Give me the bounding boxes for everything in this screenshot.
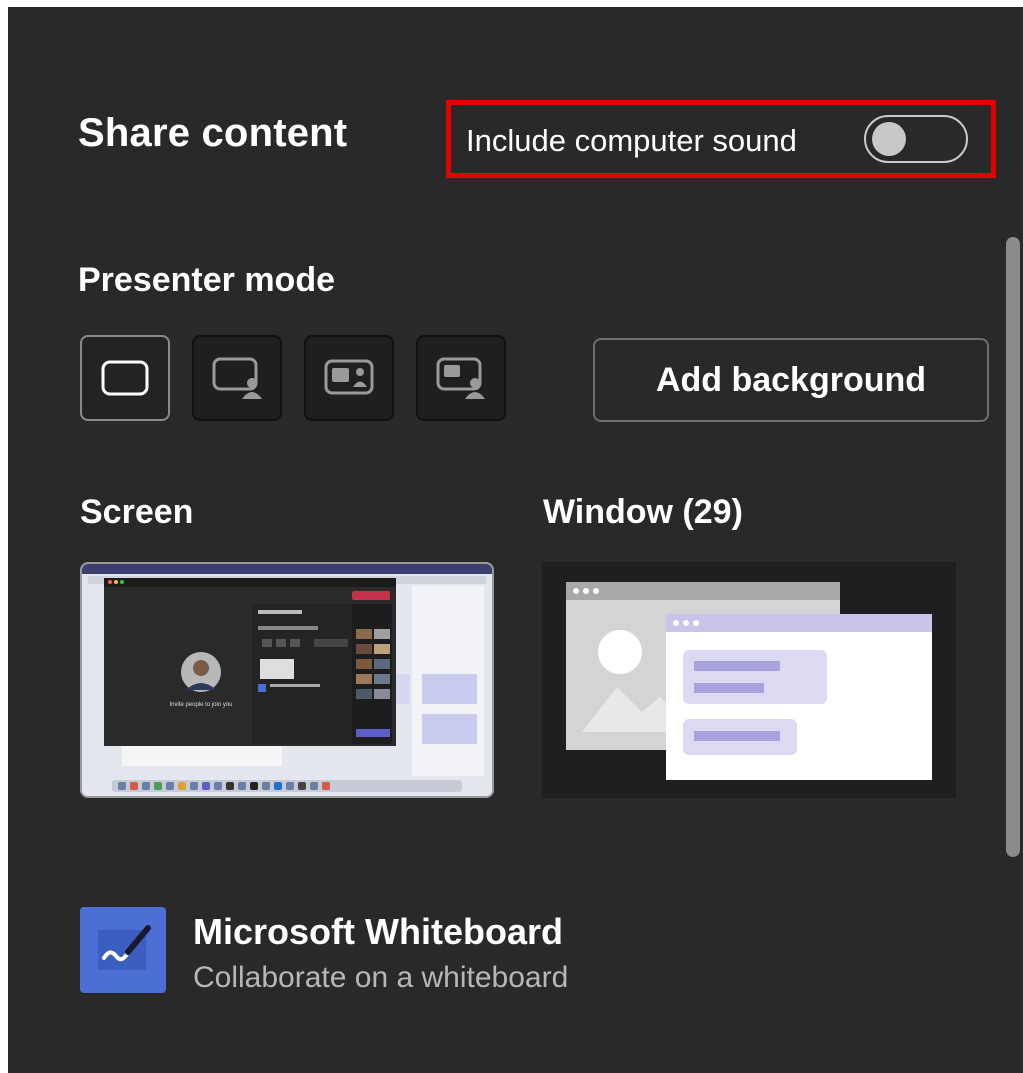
presenter-mode-heading: Presenter mode — [78, 261, 335, 299]
whiteboard-subtitle: Collaborate on a whiteboard — [193, 961, 569, 994]
include-computer-sound-label: Include computer sound — [466, 123, 797, 158]
include-computer-sound-row: Include computer sound — [446, 100, 996, 178]
reporter-icon — [436, 357, 485, 399]
presenter-mode-standout-button[interactable] — [192, 335, 282, 421]
toggle-knob — [872, 122, 906, 156]
screen-heading: Screen — [80, 493, 194, 531]
presenter-mode-side-by-side-button[interactable] — [304, 335, 394, 421]
standout-icon — [212, 357, 262, 399]
whiteboard-app-icon[interactable] — [80, 907, 166, 993]
panel-scrollbar[interactable] — [1006, 237, 1020, 857]
panel-title: Share content — [78, 111, 348, 155]
share-content-panel: Share content Include computer sound Pre… — [8, 7, 1023, 1073]
side-by-side-icon — [324, 359, 374, 395]
include-computer-sound-toggle[interactable] — [864, 115, 968, 163]
add-background-button[interactable]: Add background — [593, 338, 989, 422]
screen-share-thumbnail[interactable]: Invite people to join you — [80, 562, 494, 798]
window-illustration — [566, 582, 932, 780]
whiteboard-pen-icon — [98, 925, 151, 970]
screen-thumb-caption: Invite people to join you — [169, 702, 232, 708]
screen-preview-image: Invite people to join you — [82, 564, 492, 796]
window-share-thumbnail[interactable] — [542, 562, 956, 798]
presenter-mode-reporter-button[interactable] — [416, 335, 506, 421]
presenter-mode-content-only-button[interactable] — [80, 335, 170, 421]
content-only-icon — [101, 360, 149, 396]
whiteboard-title[interactable]: Microsoft Whiteboard — [193, 911, 563, 953]
window-heading: Window (29) — [543, 493, 743, 531]
